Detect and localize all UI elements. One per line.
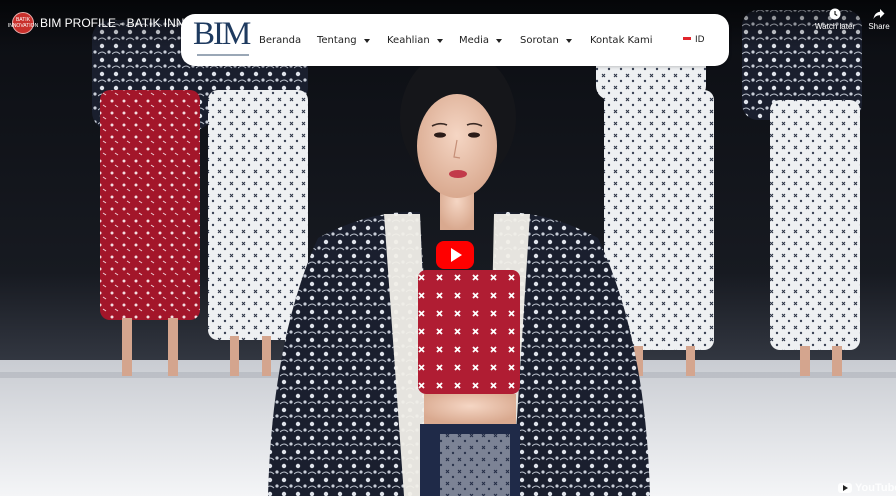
nav-item-label: Media bbox=[459, 35, 490, 46]
nav-item-label: Beranda bbox=[259, 35, 302, 46]
clock-icon bbox=[829, 8, 841, 20]
nav-item-label: Sorotan bbox=[520, 35, 559, 46]
language-selector[interactable]: ID bbox=[683, 35, 705, 45]
channel-avatar[interactable]: BATIK INNOVATION bbox=[8, 12, 38, 34]
nav-item-media[interactable]: Media bbox=[459, 35, 503, 46]
nav-item-label: Kontak Kami bbox=[590, 35, 653, 46]
nav-item-label: Tentang bbox=[317, 35, 357, 46]
share-arrow-icon bbox=[873, 9, 885, 19]
youtube-watermark-label: YouTube bbox=[855, 482, 896, 494]
video-player[interactable]: BATIK INNOVATION BIM PROFILE - BATIK INN… bbox=[0, 0, 896, 496]
nav-item-beranda[interactable]: Beranda bbox=[259, 35, 301, 46]
logo-text: BIM bbox=[193, 16, 251, 52]
play-icon bbox=[450, 248, 462, 262]
youtube-watermark[interactable]: YouTube bbox=[838, 482, 896, 494]
nav-item-label: Keahlian bbox=[387, 35, 430, 46]
nav-item-keahlian[interactable]: Keahlian bbox=[387, 35, 443, 46]
language-label: ID bbox=[695, 35, 705, 45]
nav-item-kontak-kami[interactable]: Kontak Kami bbox=[590, 35, 653, 46]
nav-item-sorotan[interactable]: Sorotan bbox=[520, 35, 572, 46]
chevron-down-icon bbox=[496, 38, 503, 43]
share-label: Share bbox=[868, 22, 890, 31]
video-title[interactable]: BIM PROFILE - BATIK INNOVATION bbox=[40, 16, 190, 30]
watch-later-label: Watch later bbox=[814, 22, 856, 31]
logo-underline bbox=[197, 54, 249, 56]
watch-later-button[interactable]: Watch later bbox=[812, 8, 858, 31]
chevron-down-icon bbox=[436, 38, 443, 43]
share-button[interactable]: Share bbox=[856, 8, 896, 31]
indonesia-flag-icon bbox=[683, 37, 691, 43]
youtube-logo-icon bbox=[838, 483, 852, 493]
site-navigation-bar: BIM Beranda Tentang Keahlian Media Sorotan Ko… bbox=[181, 14, 729, 66]
play-button[interactable] bbox=[436, 241, 474, 269]
bim-logo[interactable]: BIM bbox=[193, 16, 253, 60]
nav-item-tentang[interactable]: Tentang bbox=[317, 35, 370, 46]
chevron-down-icon bbox=[363, 38, 370, 43]
chevron-down-icon bbox=[565, 38, 572, 43]
channel-avatar-text: BATIK INNOVATION bbox=[7, 17, 39, 29]
